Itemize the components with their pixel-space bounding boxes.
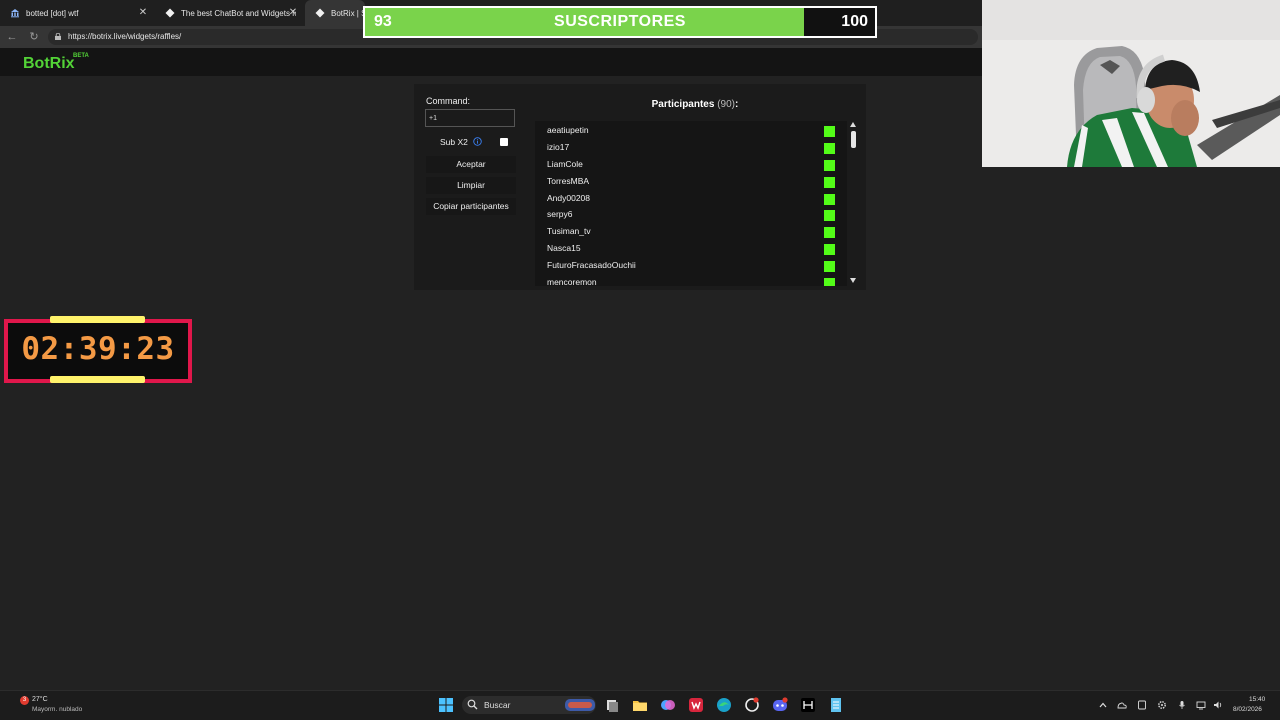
goal-target: 100	[841, 13, 868, 30]
botrix-logo[interactable]: BotRix	[23, 55, 75, 73]
close-icon[interactable]: ✕	[287, 7, 299, 19]
command-input[interactable]	[425, 109, 515, 127]
discord-icon[interactable]	[772, 697, 788, 713]
webcam-image	[982, 0, 1280, 167]
kick-icon	[824, 194, 835, 205]
capcut-icon[interactable]	[800, 697, 816, 713]
kick-icon	[824, 244, 835, 255]
search-placeholder: Buscar	[484, 700, 511, 710]
diamond-icon	[165, 8, 175, 18]
kick-icon	[824, 126, 835, 137]
participant-name: FuturoFracasadoOuchii	[547, 260, 636, 270]
accept-button[interactable]: Aceptar	[426, 156, 516, 173]
sub-x2-checkbox[interactable]	[500, 138, 508, 146]
network-icon[interactable]	[1196, 700, 1206, 710]
sub-x2-label: Sub X2	[440, 137, 468, 147]
participant-name: Nasca15	[547, 243, 581, 253]
windows-start-icon[interactable]	[438, 697, 454, 713]
participants-colon: :	[735, 99, 739, 110]
kick-icon	[824, 143, 835, 154]
chevron-up-icon[interactable]	[1098, 700, 1108, 710]
webcam-feed	[982, 0, 1280, 167]
participant-name: Tusiman_tv	[547, 226, 591, 236]
clock-date[interactable]: 8/02/2026	[1233, 706, 1262, 713]
participants-count: (90)	[717, 99, 736, 110]
disk-icon[interactable]	[1137, 700, 1147, 710]
list-item: TorresMBA	[535, 174, 847, 190]
participant-name: LiamCole	[547, 159, 583, 169]
list-item: mencoremon	[535, 275, 847, 286]
microphone-icon[interactable]	[1177, 700, 1187, 710]
weather-alert-badge: 3	[20, 696, 29, 705]
participant-name: izio17	[547, 142, 570, 152]
subscriber-goal-bar: 93 SUSCRIPTORES 100	[363, 6, 877, 38]
list-item: izio17	[535, 140, 847, 156]
goal-title: SUSCRIPTORES	[554, 13, 686, 30]
list-item: serpy6	[535, 207, 847, 223]
kick-icon	[824, 210, 835, 221]
info-icon[interactable]	[473, 137, 482, 146]
scroll-down-arrow-icon[interactable]	[850, 278, 856, 283]
lock-icon	[55, 33, 61, 40]
kick-icon	[824, 278, 835, 286]
search-highlight-icon	[565, 699, 595, 711]
url-text: https://botrix.live/widgets/raffles/	[68, 32, 182, 41]
scroll-up-arrow-icon[interactable]	[850, 122, 856, 127]
site-header	[0, 48, 982, 76]
reload-icon[interactable]: ↻	[28, 31, 40, 43]
copilot-icon[interactable]	[660, 697, 676, 713]
list-item: Andy00208	[535, 191, 847, 207]
participants-list[interactable]: aeatiupetin izio17 LiamCole TorresMBA An…	[535, 121, 847, 286]
copy-participants-button[interactable]: Copiar participantes	[426, 198, 516, 215]
participant-name: Andy00208	[547, 193, 591, 203]
chatgpt-icon[interactable]	[744, 697, 760, 713]
participant-name: mencoremon	[547, 277, 597, 286]
participant-name: aeatiupetin	[547, 125, 589, 135]
list-item: Tusiman_tv	[535, 224, 847, 240]
participant-name: serpy6	[547, 209, 573, 219]
list-item: LiamCole	[535, 157, 847, 173]
kick-icon	[824, 177, 835, 188]
search-icon	[467, 699, 478, 710]
settings-icon[interactable]	[1157, 700, 1167, 710]
weather-description[interactable]: Mayorm. nublado	[32, 706, 82, 713]
participant-name: TorresMBA	[547, 176, 590, 186]
back-icon[interactable]: ←	[6, 31, 18, 43]
close-icon[interactable]: ✕	[137, 7, 149, 19]
clock-time[interactable]: 15:40	[1249, 696, 1265, 703]
kick-icon	[824, 227, 835, 238]
participants-heading: Participantes (90):	[535, 99, 855, 110]
wps-office-icon[interactable]	[688, 697, 704, 713]
tab-botted[interactable]: botted [dot] wtf ✕	[0, 0, 155, 26]
command-label: Command:	[426, 96, 471, 106]
edge-browser-icon[interactable]	[716, 697, 732, 713]
task-view-icon[interactable]	[604, 697, 620, 713]
list-item: Nasca15	[535, 241, 847, 257]
participants-title: Participantes	[651, 99, 715, 110]
notepad-icon[interactable]	[828, 697, 844, 713]
kick-icon	[824, 261, 835, 272]
list-item: aeatiupetin	[535, 123, 847, 139]
bank-icon	[10, 8, 20, 18]
weather-temperature[interactable]: 27°C	[32, 696, 48, 703]
kick-icon	[824, 160, 835, 171]
participants-scrollbar[interactable]	[851, 131, 856, 148]
tab-botrix[interactable]: BotRix | Sor	[305, 0, 374, 26]
tab-chatbot[interactable]: The best ChatBot and Widgets for ✕	[155, 0, 305, 26]
volume-icon[interactable]	[1213, 700, 1223, 710]
clear-button[interactable]: Limpiar	[426, 177, 516, 194]
file-explorer-icon[interactable]	[632, 697, 648, 713]
list-item: FuturoFracasadoOuchii	[535, 258, 847, 274]
tab-label: botted [dot] wtf	[26, 8, 79, 18]
tab-label: The best ChatBot and Widgets for	[181, 8, 296, 18]
diamond-icon	[315, 8, 325, 18]
timer-value: 02:39:23	[21, 331, 175, 367]
beta-badge: BETA	[73, 53, 89, 59]
onedrive-icon[interactable]	[1117, 700, 1127, 710]
timer-accent-bottom	[50, 376, 145, 383]
timer-accent-top	[50, 316, 145, 323]
